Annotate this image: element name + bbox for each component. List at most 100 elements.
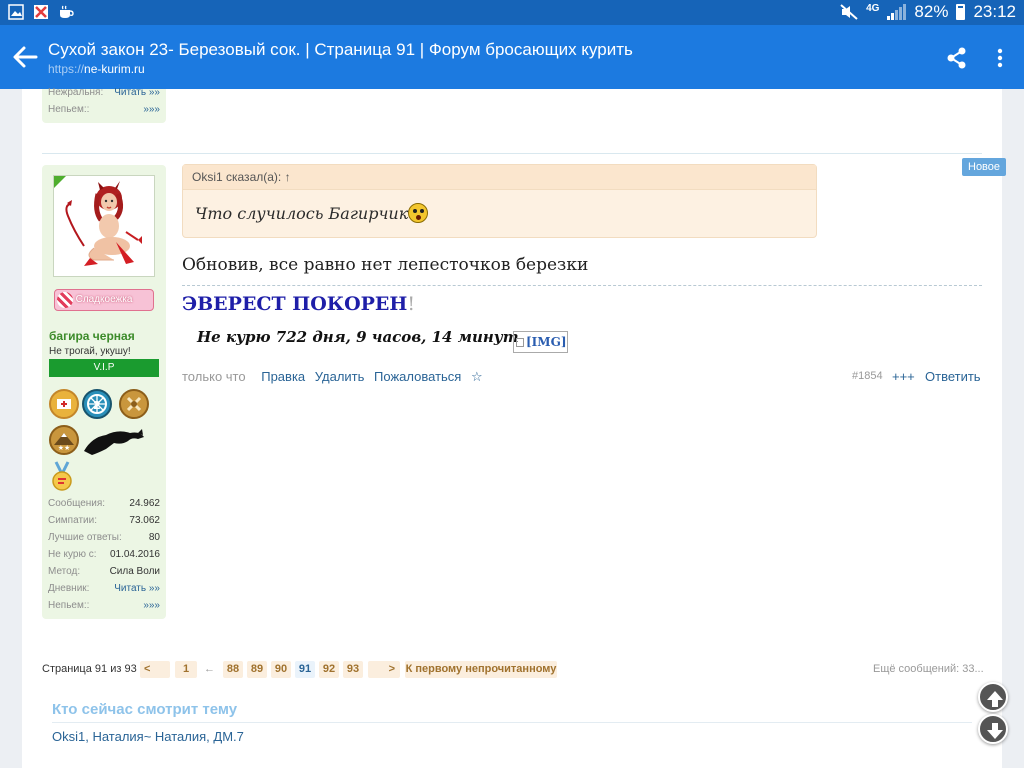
reply-link[interactable]: Ответить [925,369,981,384]
broken-image[interactable]: [IMG] [513,331,568,353]
quote-author-link[interactable]: Oksi1 сказал(а): ↑ [183,165,816,190]
page-jump-ellipsis[interactable]: ← [204,663,215,675]
scroll-down-icon [987,723,1003,739]
signal-icon [887,4,907,20]
flipboard-icon [34,5,48,19]
prev-page-button[interactable]: < [140,661,170,678]
new-badge: Новое [962,158,1007,176]
battery-icon [956,4,966,20]
shocked-smiley-icon [408,203,429,223]
report-link[interactable]: Пожаловаться [374,369,461,384]
delete-link[interactable]: Удалить [315,369,365,384]
more-vert-icon[interactable] [990,47,1010,69]
candy-award-banner: Сладкоежка [54,289,154,311]
panther-icon[interactable] [82,423,148,457]
page-url: https://ne-kurim.ru [48,62,145,76]
stat-value: 80 [148,532,160,543]
share-icon[interactable] [946,47,968,69]
page-indicator: Страница 91 из 93 [42,663,137,675]
scroll-up-icon [987,691,1003,707]
diary-link[interactable]: Читать »» [114,583,160,594]
stat-label: Не курю с: [48,549,97,560]
medal-ribbon-icon[interactable] [49,461,75,493]
signature-divider [182,285,982,286]
avatar[interactable] [53,175,155,277]
stat-value: Сила Воли [109,566,160,577]
stat-label: Нежральня: [48,87,104,98]
page-link[interactable]: 88 [223,661,243,678]
stat-label: Непьем:: [48,600,90,611]
svg-text:2: 2 [93,399,101,412]
edit-link[interactable]: Правка [261,369,305,384]
page-link-current: 91 [295,661,315,678]
scroll-up-button[interactable] [978,682,1008,712]
image-alt-text: [IMG] [526,335,567,349]
username-link[interactable]: багира черная [49,329,135,343]
thread-page: Нежральня: Читать »» Непьем:: »»» Новое [22,87,1007,768]
scroll-down-button[interactable] [978,714,1008,744]
quote-text-wrap: Что случилось Багирчик [195,203,429,223]
clock: 23:12 [973,2,1016,21]
stat-value-link[interactable]: Читать »» [114,87,160,98]
stat-label: Дневник: [48,583,90,594]
signature-title: ЭВЕРЕСТ ПОКОРЕН! [182,293,415,315]
stat-label: Симпатии: [48,515,97,526]
post-actions: только что Правка Удалить Пожаловаться ☆ [182,369,483,385]
more-messages-link[interactable]: Ещё сообщений: 33... [873,663,984,675]
stat-value: 73.062 [129,515,160,526]
post-message: Обновив, все равно нет лепесточков берез… [182,255,589,275]
quote-block: Oksi1 сказал(а): ↑ Что случилось Багирчи… [182,164,817,238]
viewers-divider [52,722,972,723]
like-plus-link[interactable]: +++ [892,369,915,384]
url-host: ne-kurim.ru [84,62,145,76]
page-link-first[interactable]: 1 [175,661,197,678]
viewers-list[interactable]: Oksi1, Наталия~ Наталия, ДМ.7 [52,729,244,744]
gallery-icon [8,4,24,20]
medal-mountain-icon[interactable]: ★★ [49,425,79,455]
rank-banner: V.I.P [49,359,159,377]
signature-excl: ! [407,293,415,315]
stat-label: Непьем:: [48,104,90,115]
next-page-button[interactable]: > [368,661,400,678]
status-bar: 4G 82% 23:12 [0,0,1024,25]
star-icon[interactable]: ☆ [471,369,483,384]
broken-image-icon [516,338,524,347]
back-arrow-icon[interactable] [12,45,38,69]
url-scheme: https:// [48,62,85,76]
stat-label: Метод: [48,566,81,577]
page-link[interactable]: 93 [343,661,363,678]
medal-tools-icon[interactable] [119,389,149,419]
page-link[interactable]: 89 [247,661,267,678]
medal-first-aid-icon[interactable] [49,389,79,419]
stat-value: 24.962 [129,498,160,509]
page-link[interactable]: 92 [319,661,339,678]
stat-value: 01.04.2016 [109,549,160,560]
page-link[interactable]: 90 [271,661,291,678]
battery-percent: 82% [914,2,949,21]
quote-text: Что случилось Багирчик [195,204,409,223]
signature-title-text: ЭВЕРЕСТ ПОКОРЕН [182,293,408,315]
post-number-link[interactable]: #1854 [852,370,883,382]
previous-post-stats: Нежральня: Читать »» Непьем:: »»» [42,87,166,123]
stat-value-link[interactable]: »»» [143,104,160,115]
candy-cane-icon [57,292,73,308]
app-bar: Сухой закон 23- Березовый сок. | Страниц… [0,25,1024,89]
mute-icon [840,4,858,20]
stat-label: Лучшие ответы: [48,532,122,543]
post-divider [42,153,982,154]
devil-girl-avatar-image [65,181,142,266]
candy-award-label: Сладкоежка [75,294,133,305]
medal-wheel-icon[interactable]: 2 [82,389,112,419]
post-time: только что [182,369,246,384]
first-unread-button[interactable]: К первому непрочитанному [405,661,557,678]
online-marker [54,176,66,188]
viewers-heading: Кто сейчас смотрит тему [52,701,238,718]
network-type: 4G [866,2,880,14]
no-smoking-counter: Не курю 722 дня, 9 часов, 14 минут [197,328,519,346]
stat-value-link[interactable]: »»» [143,600,160,611]
coffee-icon [60,5,74,18]
user-info-panel: Сладкоежка багира черная Не трогай, укуш… [42,165,166,619]
page-title: Сухой закон 23- Березовый сок. | Страниц… [48,40,633,59]
user-title: Не трогай, укушу! [49,346,131,357]
svg-text:★★: ★★ [58,444,71,452]
